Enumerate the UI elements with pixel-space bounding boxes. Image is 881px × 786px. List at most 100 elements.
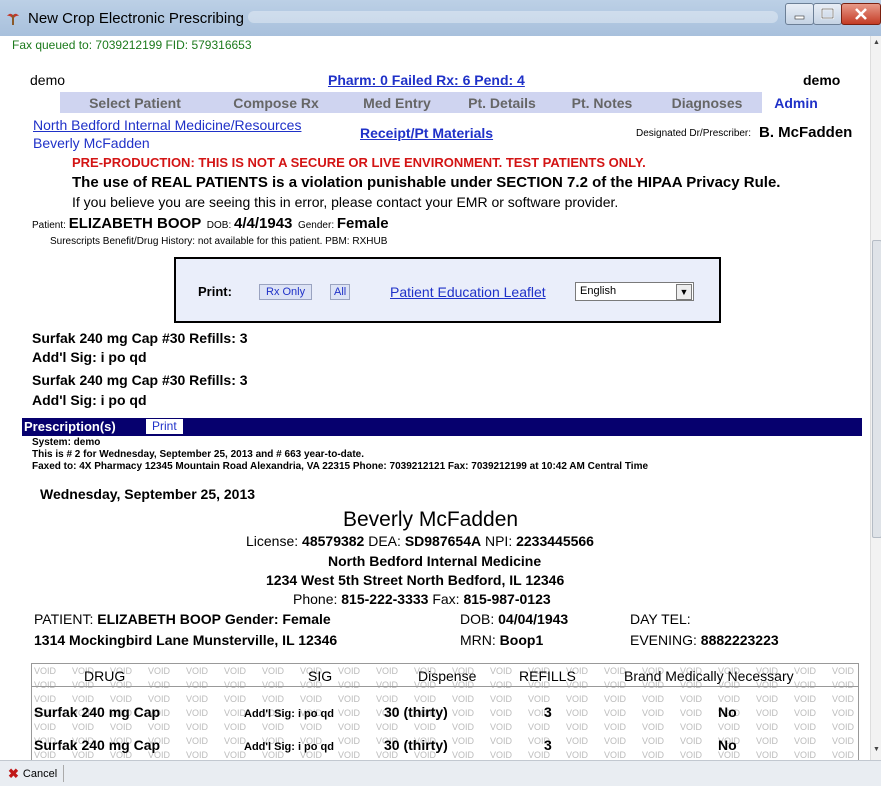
rx-patient-row: PATIENT: ELIZABETH BOOP Gender: Female	[34, 611, 331, 627]
header-drug: DRUG	[84, 668, 126, 684]
phone-value: 815-222-3333	[341, 591, 429, 607]
row-drug: Surfak 240 mg Cap	[34, 704, 161, 720]
header-refills: REFILLS	[519, 668, 576, 684]
cancel-button[interactable]: ✖ Cancel	[6, 765, 65, 782]
pharm-status-link[interactable]: Pharm: 0 Failed Rx: 6 Pend: 4	[328, 72, 525, 88]
main-content: Fax queued to: 7039212199 FID: 579316653…	[8, 36, 870, 760]
drug-line: Surfak 240 mg Cap #30 Refills: 3	[32, 372, 248, 388]
prescriber-name: Beverly McFadden	[343, 508, 519, 531]
practice-address: 1234 West 5th Street North Bedford, IL 1…	[266, 572, 565, 588]
header-sig: SIG	[308, 668, 333, 684]
scroll-thumb[interactable]	[872, 240, 881, 538]
all-button[interactable]: All	[330, 284, 351, 300]
drug-line: Surfak 240 mg Cap #30 Refills: 3	[32, 330, 248, 346]
row-dispense: 30 (thirty)	[384, 737, 448, 753]
app-window: New Crop Electronic Prescribing Fax queu…	[0, 0, 881, 786]
hipaa-warning: The use of REAL PATIENTS is a violation …	[72, 174, 781, 191]
cancel-label: Cancel	[22, 767, 58, 780]
rx-patient-label: PATIENT:	[34, 611, 94, 627]
surescripts-note: Surescripts Benefit/Drug History: not av…	[50, 236, 388, 247]
rx-table: VOID DRUG SIG Dispense REFILLS Brand Med…	[31, 663, 859, 760]
patient-dob: 4/4/1943	[234, 215, 293, 232]
main-tabs: Select Patient Compose Rx Med Entry Pt. …	[60, 92, 830, 113]
npi-label: NPI:	[484, 533, 513, 549]
tab-admin[interactable]: Admin	[762, 92, 830, 113]
row-sig: Add'l Sig: i po qd	[244, 741, 334, 753]
maximize-button[interactable]	[813, 3, 842, 25]
fax-queued-status: Fax queued to: 7039212199 FID: 579316653	[12, 38, 252, 52]
patient-gender: Female	[336, 215, 389, 232]
rx-mrn-row: MRN: Boop1	[460, 632, 543, 648]
tab-diagnoses[interactable]: Diagnoses	[652, 92, 762, 113]
prescriptions-header: Prescription(s) Print	[22, 418, 862, 436]
caduceus-icon	[7, 13, 19, 25]
practice-name: North Bedford Internal Medicine	[328, 553, 542, 569]
vertical-scrollbar[interactable]: ▲ ▼	[870, 36, 881, 760]
rx-count-note: This is # 2 for Wednesday, September 25,…	[32, 449, 364, 460]
chevron-down-icon: ▼	[676, 284, 692, 300]
receipt-materials-link[interactable]: Receipt/Pt Materials	[360, 125, 493, 141]
patient-label: Patient:	[32, 220, 66, 231]
system-label: System: demo	[32, 437, 101, 448]
row-refills: 3	[544, 737, 552, 753]
scroll-up-icon[interactable]: ▲	[873, 39, 880, 46]
language-value: English	[580, 285, 617, 297]
tab-select-patient[interactable]: Select Patient	[60, 92, 210, 113]
prescriptions-print-button[interactable]: Print	[146, 419, 183, 434]
faxed-to-note: Faxed to: 4X Pharmacy 12345 Mountain Roa…	[32, 461, 649, 472]
mrn-label: MRN:	[460, 632, 496, 648]
row-brand: No	[718, 737, 737, 753]
drug-sig-line: Add'l Sig: i po qd	[32, 392, 147, 408]
rx-gender-value: Female	[282, 611, 331, 627]
language-select[interactable]: English ▼	[575, 282, 694, 301]
npi-value: 2233445566	[516, 533, 594, 549]
rx-patient-name: ELIZABETH BOOP	[97, 611, 221, 627]
row-brand: No	[718, 704, 737, 720]
phone-label: Phone:	[293, 591, 338, 607]
print-options-box: Print: Rx Only All Patient Education Lea…	[174, 257, 721, 323]
patient-education-leaflet-link[interactable]: Patient Education Leaflet	[390, 284, 546, 300]
row-drug: Surfak 240 mg Cap	[34, 737, 161, 753]
header-dispense: Dispense	[418, 668, 477, 684]
scroll-down-icon[interactable]: ▼	[873, 746, 880, 753]
error-contact-note: If you believe you are seeing this in er…	[72, 194, 619, 210]
tab-med-entry[interactable]: Med Entry	[342, 92, 452, 113]
minimize-button[interactable]	[785, 3, 814, 25]
practice-phone-row: Phone: 815-222-3333 Fax: 815-987-0123	[293, 591, 551, 607]
preproduction-warning: PRE-PRODUCTION: THIS IS NOT A SECURE OR …	[72, 155, 646, 170]
dea-value: SD987654A	[404, 533, 482, 549]
status-bar: ✖ Cancel	[0, 760, 881, 786]
row-refills: 3	[544, 704, 552, 720]
title-bar: New Crop Electronic Prescribing	[0, 0, 881, 36]
fax-value: 815-987-0123	[463, 591, 551, 607]
doctor-name-link[interactable]: Beverly McFadden	[33, 135, 150, 151]
tab-pt-details[interactable]: Pt. Details	[452, 92, 552, 113]
rx-date: Wednesday, September 25, 2013	[40, 486, 256, 502]
tab-compose-rx[interactable]: Compose Rx	[210, 92, 342, 113]
rx-only-button[interactable]: Rx Only	[259, 284, 313, 300]
dob-label: DOB:	[206, 220, 232, 231]
close-icon	[855, 8, 867, 20]
tab-pt-notes[interactable]: Pt. Notes	[552, 92, 652, 113]
prescriptions-title: Prescription(s)	[24, 419, 116, 434]
day-tel-label: DAY TEL:	[630, 611, 691, 627]
print-label: Print:	[198, 284, 232, 299]
designated-prescriber-label: Designated Dr/Prescriber:	[636, 128, 752, 139]
dea-label: DEA:	[368, 533, 401, 549]
row-sig: Add'l Sig: i po qd	[244, 708, 334, 720]
gender-label: Gender:	[297, 220, 335, 231]
rx-evening-row: EVENING: 8882223223	[630, 632, 779, 648]
rx-patient-address: 1314 Mockingbird Lane Munsterville, IL 1…	[34, 632, 338, 648]
rx-dob-row: DOB: 04/04/1943	[460, 611, 568, 627]
fax-label: Fax:	[432, 591, 460, 607]
patient-name: ELIZABETH BOOP	[68, 215, 202, 232]
close-button[interactable]	[841, 3, 881, 25]
org-resources-link[interactable]: North Bedford Internal Medicine/Resource…	[33, 117, 301, 133]
rx-dob-label: DOB:	[460, 611, 495, 627]
window-title: New Crop Electronic Prescribing	[28, 10, 244, 27]
mrn-value: Boop1	[499, 632, 544, 648]
evening-value: 8882223223	[700, 632, 779, 648]
license-label: License:	[246, 533, 299, 549]
rx-dob-value: 04/04/1943	[498, 611, 569, 627]
row-dispense: 30 (thirty)	[384, 704, 448, 720]
